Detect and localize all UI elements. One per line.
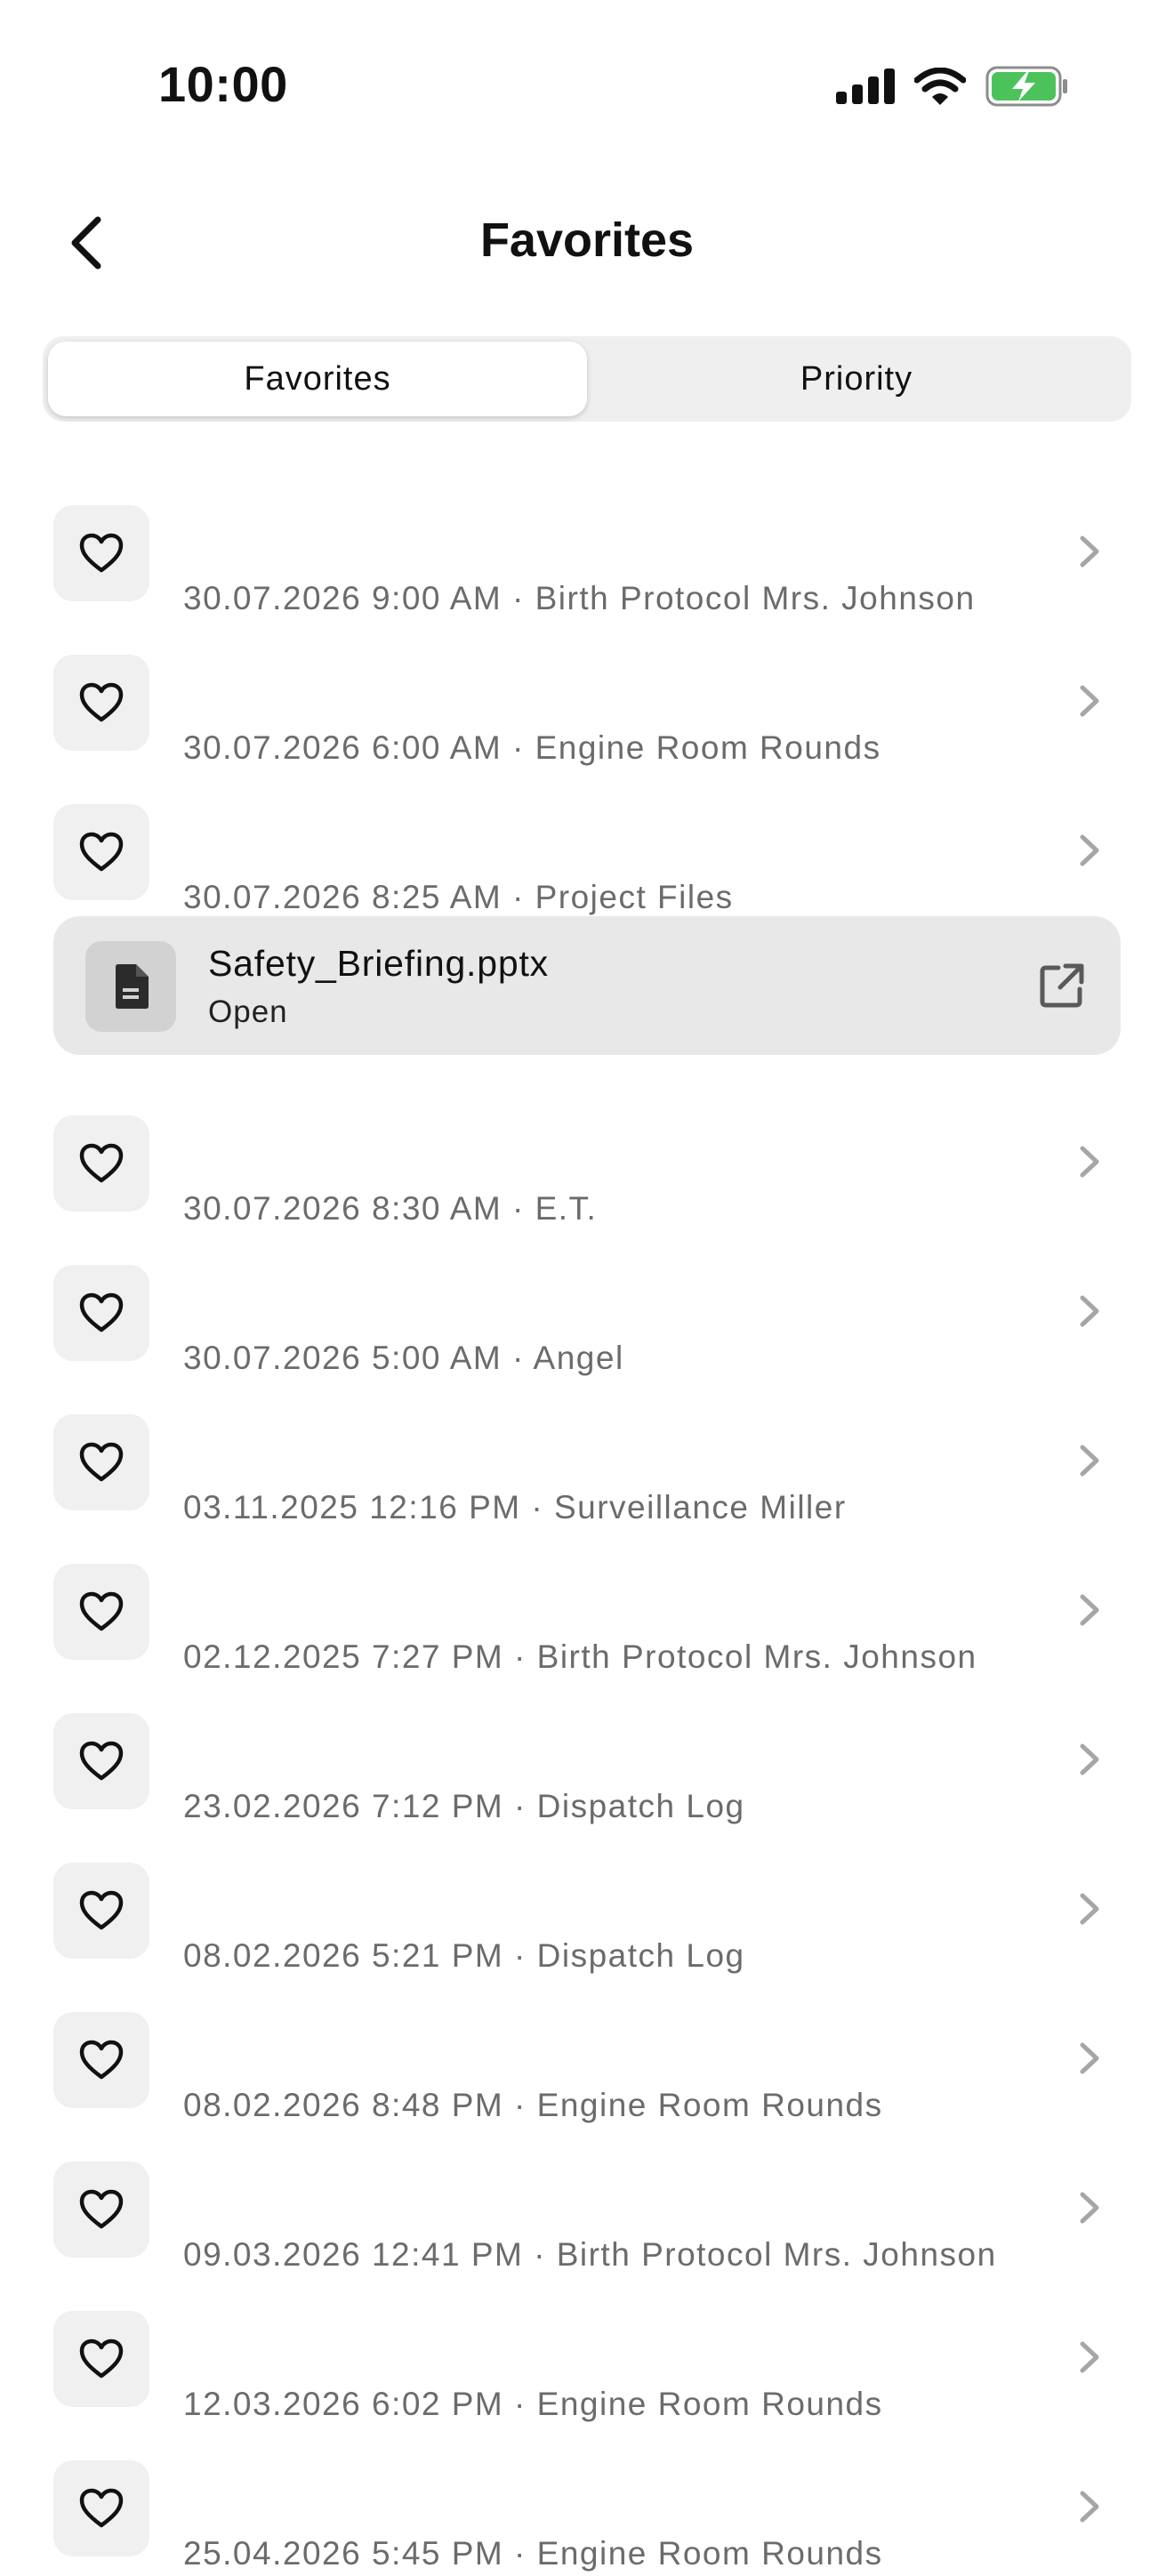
segmented-control: Favorites Priority	[43, 336, 1131, 422]
list-item-label: 30.07.2026 8:30 AM · E.T.	[183, 1190, 598, 1227]
favorite-toggle-button[interactable]	[53, 2161, 149, 2258]
status-bar: 10:00	[0, 0, 1174, 169]
open-external-button[interactable]	[1037, 961, 1087, 1010]
list-item-label: 02.12.2025 7:27 PM · Birth Protocol Mrs.…	[183, 1638, 977, 1675]
heart-icon	[79, 2189, 124, 2229]
chevron-right-icon	[1080, 535, 1099, 568]
list-item[interactable]: 12.03.2026 6:02 PM · Engine Room Rounds	[0, 2277, 1174, 2427]
favorite-toggle-button[interactable]	[53, 1713, 149, 1809]
navigation-bar: Favorites	[0, 191, 1174, 289]
list-item[interactable]: 03.11.2025 12:16 PM · Surveillance Mille…	[0, 1381, 1174, 1530]
list-item-label: 25.04.2026 5:45 PM · Engine Room Rounds	[183, 2535, 883, 2572]
favorite-toggle-button[interactable]	[53, 1265, 149, 1361]
open-external-icon	[1040, 963, 1084, 1008]
page-title: Favorites	[479, 213, 695, 267]
list-item-label: 03.11.2025 12:16 PM · Surveillance Mille…	[183, 1489, 847, 1525]
favorite-toggle-button[interactable]	[53, 2460, 149, 2556]
list-item-label: 09.03.2026 12:41 PM · Birth Protocol Mrs…	[183, 2236, 997, 2273]
disclosure-indicator	[1076, 1293, 1103, 1329]
list-item-label: 30.07.2026 9:00 AM · Birth Protocol Mrs.…	[183, 580, 976, 616]
heart-icon	[79, 1292, 124, 1332]
heart-icon	[79, 2339, 124, 2379]
list-item[interactable]: 30.07.2026 9:00 AM · Birth Protocol Mrs.…	[0, 471, 1174, 621]
disclosure-indicator	[1076, 2041, 1103, 2076]
disclosure-indicator	[1076, 2190, 1103, 2226]
chevron-right-icon	[1080, 1743, 1099, 1775]
attachment-card[interactable]: Safety_Briefing.pptx Open	[53, 916, 1121, 1055]
chevron-right-icon	[1080, 1146, 1099, 1178]
list-item-label: 08.02.2026 8:48 PM · Engine Room Rounds	[183, 2087, 883, 2123]
list-item-label: 12.03.2026 6:02 PM · Engine Room Rounds	[183, 2386, 883, 2422]
favorite-toggle-button[interactable]	[53, 2311, 149, 2407]
heart-icon	[79, 2040, 124, 2080]
attachment-file-name: Safety_Briefing.pptx	[208, 943, 549, 984]
favorite-toggle-button[interactable]	[53, 1115, 149, 1212]
list-item[interactable]: 02.12.2025 7:27 PM · Birth Protocol Mrs.…	[0, 1530, 1174, 1679]
wifi-icon	[914, 68, 966, 105]
favorite-toggle-button[interactable]	[53, 2012, 149, 2108]
chevron-right-icon	[1080, 834, 1099, 866]
disclosure-indicator	[1076, 1742, 1103, 1777]
list-item[interactable]: 30.07.2026 8:30 AM · E.T.	[0, 1082, 1174, 1231]
heart-icon	[79, 1741, 124, 1781]
list-item[interactable]: 25.04.2026 5:45 PM · Engine Room Rounds	[0, 2427, 1174, 2576]
list-item[interactable]: 08.02.2026 5:21 PM · Dispatch Log	[0, 1829, 1174, 1978]
disclosure-indicator	[1076, 1144, 1103, 1179]
heart-icon	[79, 1143, 124, 1183]
chevron-right-icon	[1080, 2192, 1099, 2224]
favorite-toggle-button[interactable]	[53, 655, 149, 751]
disclosure-indicator	[1076, 683, 1103, 719]
disclosure-indicator	[1076, 833, 1103, 868]
attachment-open-label: Open	[208, 994, 288, 1029]
list-item-label: 23.02.2026 7:12 PM · Dispatch Log	[183, 1788, 745, 1824]
heart-icon	[79, 682, 124, 722]
chevron-right-icon	[1080, 685, 1099, 717]
status-icons	[836, 66, 1069, 107]
favorite-toggle-button[interactable]	[53, 505, 149, 601]
list-item-label: 30.07.2026 5:00 AM · Angel	[183, 1340, 624, 1376]
heart-icon	[79, 1591, 124, 1631]
list-item[interactable]: 08.02.2026 8:48 PM · Engine Room Rounds	[0, 1978, 1174, 2128]
tab-priority[interactable]: Priority	[587, 342, 1126, 416]
disclosure-indicator	[1076, 2339, 1103, 2375]
disclosure-indicator	[1076, 1891, 1103, 1927]
tab-favorites[interactable]: Favorites	[48, 342, 587, 416]
chevron-right-icon	[1080, 1295, 1099, 1327]
battery-charging-icon	[985, 66, 1067, 107]
list-item[interactable]: 30.07.2026 5:00 AM · Angel	[0, 1231, 1174, 1381]
favorite-toggle-button[interactable]	[53, 1414, 149, 1510]
cellular-signal-icon	[836, 68, 895, 104]
list-item[interactable]: 30.07.2026 6:00 AM · Engine Room Rounds	[0, 621, 1174, 770]
heart-icon	[79, 1442, 124, 1482]
favorite-toggle-button[interactable]	[53, 804, 149, 900]
list-item[interactable]: 09.03.2026 12:41 PM · Birth Protocol Mrs…	[0, 2128, 1174, 2277]
heart-icon	[79, 533, 124, 573]
document-icon	[116, 964, 149, 1009]
heart-icon	[79, 832, 124, 872]
list-item-label: 30.07.2026 8:25 AM · Project Files	[183, 879, 734, 915]
disclosure-indicator	[1076, 2489, 1103, 2524]
heart-icon	[79, 1890, 124, 1930]
chevron-right-icon	[1080, 1893, 1099, 1925]
chevron-right-icon	[1080, 1594, 1099, 1626]
chevron-right-icon	[1080, 1445, 1099, 1477]
disclosure-indicator	[1076, 534, 1103, 569]
favorite-toggle-button[interactable]	[53, 1564, 149, 1660]
list-item[interactable]: 30.07.2026 8:25 AM · Project Files	[0, 770, 1174, 920]
favorite-toggle-button[interactable]	[53, 1863, 149, 1959]
list-item-label: 08.02.2026 5:21 PM · Dispatch Log	[183, 1937, 745, 1974]
disclosure-indicator	[1076, 1592, 1103, 1628]
list-item-label: 30.07.2026 6:00 AM · Engine Room Rounds	[183, 729, 881, 766]
disclosure-indicator	[1076, 1443, 1103, 1478]
file-thumbnail	[85, 941, 176, 1032]
status-time: 10:00	[158, 56, 288, 112]
list-item[interactable]: 23.02.2026 7:12 PM · Dispatch Log	[0, 1679, 1174, 1829]
chevron-right-icon	[1080, 2491, 1099, 2523]
chevron-right-icon	[1080, 2042, 1099, 2074]
chevron-right-icon	[1080, 2341, 1099, 2373]
heart-icon	[79, 2488, 124, 2528]
